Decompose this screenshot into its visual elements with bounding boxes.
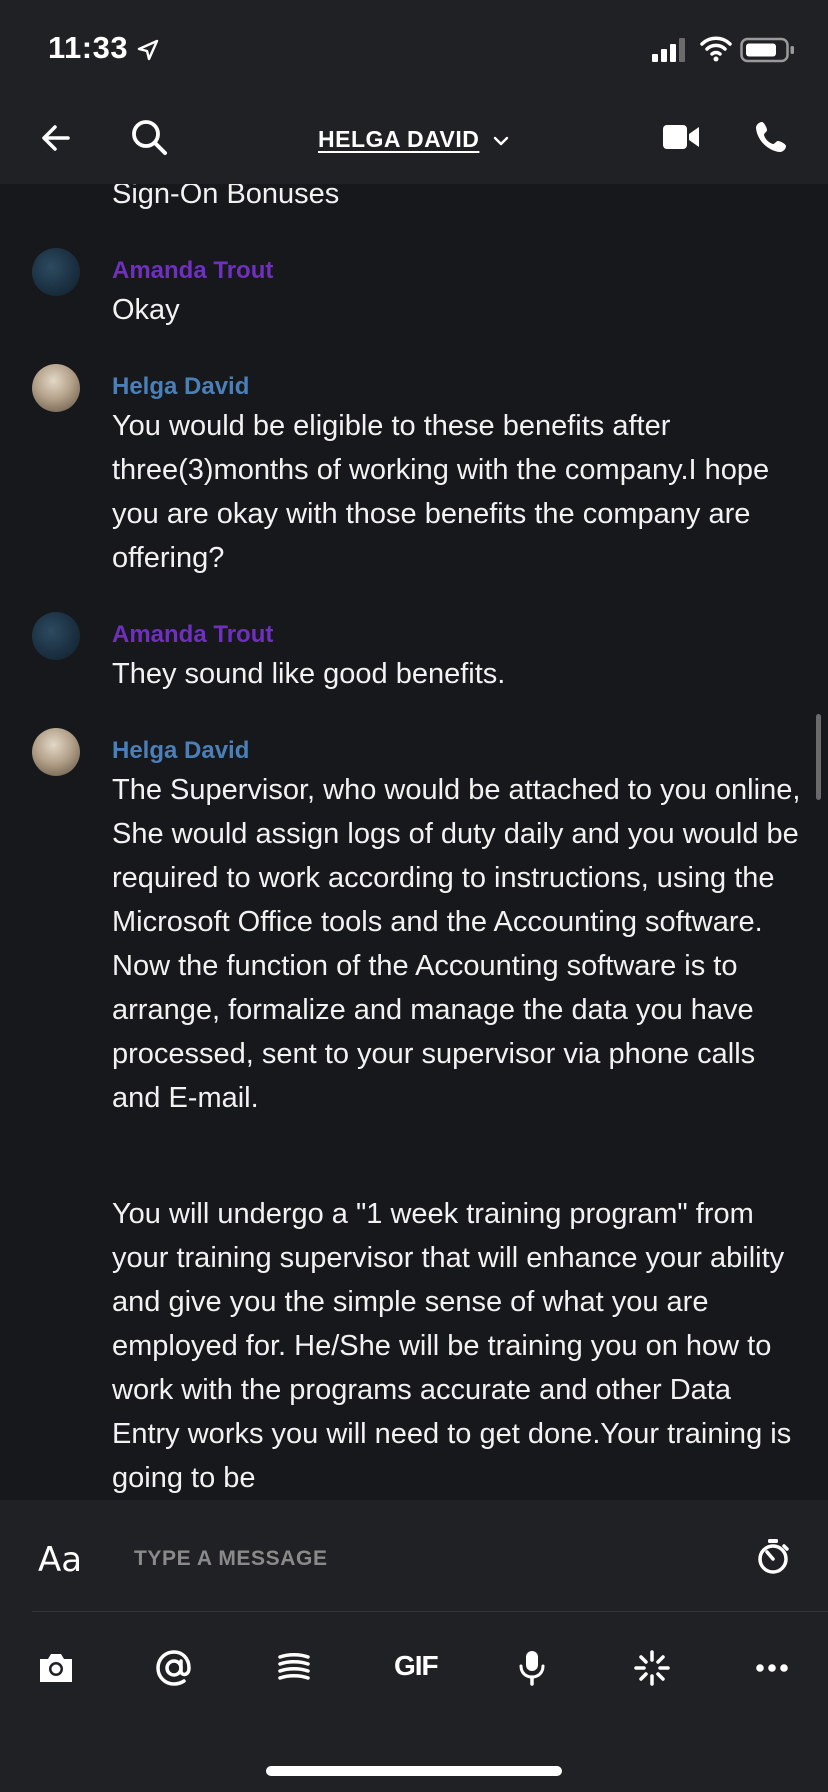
avatar[interactable]: [32, 612, 80, 660]
sender-name[interactable]: Amanda Trout: [112, 257, 273, 285]
audio-wave-icon[interactable]: [274, 1648, 314, 1688]
chat-title[interactable]: HELGA DAVID: [318, 126, 479, 153]
search-icon[interactable]: [130, 118, 168, 156]
sparkle-icon[interactable]: [632, 1648, 672, 1688]
message-input[interactable]: [132, 1538, 736, 1580]
home-indicator: [266, 1766, 562, 1776]
avatar[interactable]: [32, 364, 80, 412]
camera-icon[interactable]: [36, 1648, 76, 1688]
chevron-down-icon[interactable]: [492, 132, 510, 150]
message-text: Sign-On Bonuses: [112, 184, 340, 210]
wifi-icon: [700, 36, 732, 62]
message-text: The Supervisor, who would be attached to…: [112, 774, 801, 1114]
text-format-icon[interactable]: Aa: [38, 1540, 82, 1580]
chat-header: HELGA DAVID: [0, 96, 828, 184]
status-time: 11:33: [48, 30, 129, 65]
message-text: Okay: [112, 294, 180, 326]
more-icon[interactable]: [752, 1648, 792, 1688]
message-text: You would be eligible to these benefits …: [112, 410, 770, 574]
signal-icon: [652, 38, 685, 62]
timer-icon[interactable]: [756, 1538, 790, 1574]
avatar[interactable]: [32, 728, 80, 776]
mention-icon[interactable]: [154, 1648, 194, 1688]
gif-icon[interactable]: GIF: [394, 1650, 439, 1682]
message-list[interactable]: Sign-On Bonuses Amanda Trout Okay Helga …: [0, 184, 828, 1500]
sender-name[interactable]: Helga David: [112, 373, 249, 401]
back-arrow-icon[interactable]: [38, 120, 74, 156]
phone-icon[interactable]: [754, 120, 788, 154]
location-arrow-icon: [137, 39, 159, 61]
scrollbar[interactable]: [816, 714, 821, 800]
battery-icon: [740, 37, 794, 63]
avatar[interactable]: [32, 248, 80, 296]
sender-name[interactable]: Helga David: [112, 737, 249, 765]
status-bar: 11:33: [0, 0, 828, 96]
composer-divider: [32, 1611, 828, 1612]
message-text: They sound like good benefits.: [112, 658, 506, 690]
sender-name[interactable]: Amanda Trout: [112, 621, 273, 649]
microphone-icon[interactable]: [512, 1648, 552, 1688]
video-camera-icon[interactable]: [662, 122, 700, 152]
message-text: You will undergo a "1 week training prog…: [112, 1198, 792, 1494]
message-composer: Aa GIF: [0, 1500, 828, 1792]
